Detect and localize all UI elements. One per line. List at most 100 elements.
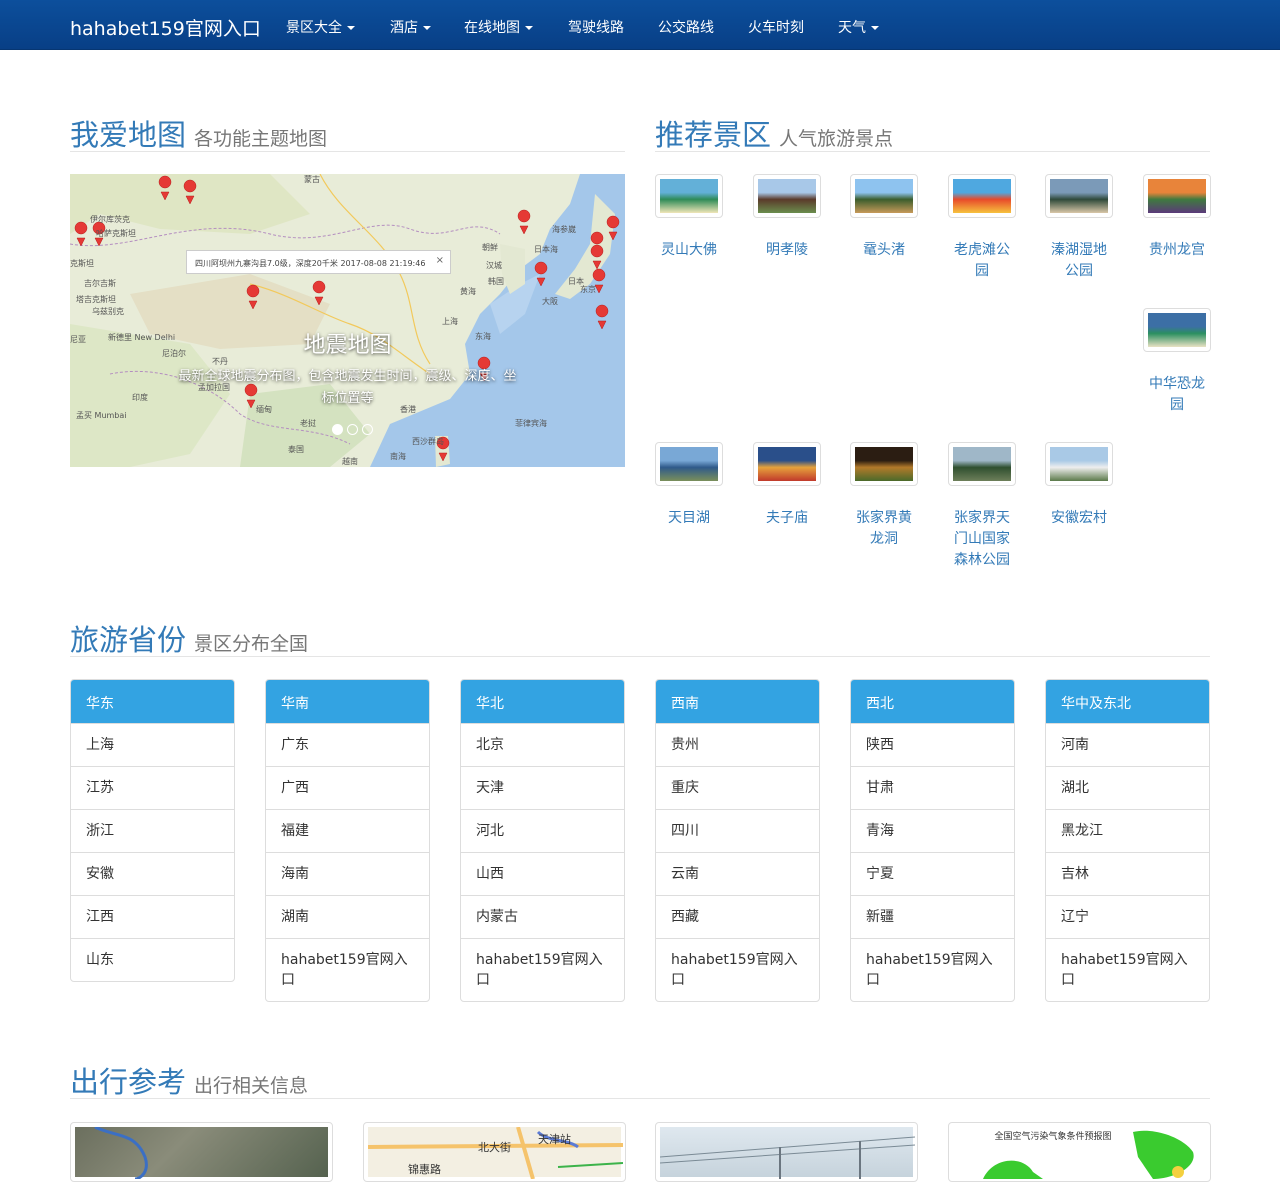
scenic-spot-card[interactable]: 中华恐龙园 [1143,308,1211,416]
province-link[interactable]: hahabet159官网入口 [656,938,819,1001]
scenic-spot-card[interactable]: 溱湖湿地公园 [1045,174,1113,282]
province-link[interactable]: 云南 [656,852,819,895]
nav-hotel-dropdown[interactable]: 酒店 [390,17,431,37]
scenic-spot-card[interactable]: 天目湖 [655,442,723,529]
province-link[interactable]: 重庆 [656,766,819,809]
city-map-card[interactable]: 北大街 天津站 锦惠路 [363,1122,626,1182]
map-label: 黄海 [460,286,476,296]
scenic-spot-name[interactable]: 贵州龙宫 [1143,240,1211,261]
province-link[interactable]: 山西 [461,852,624,895]
brand-link[interactable]: hahabet159官网入口 [70,14,261,41]
scenic-thumbnail[interactable] [1045,442,1113,486]
scenic-thumbnail[interactable] [1143,308,1211,352]
satellite-map-card[interactable] [70,1122,333,1182]
province-link[interactable]: 北京 [461,723,624,766]
province-link[interactable]: 宁夏 [851,852,1014,895]
close-icon[interactable]: × [436,255,444,266]
province-link[interactable]: 吉林 [1046,852,1209,895]
carousel-dot[interactable] [347,424,358,435]
province-link[interactable]: 福建 [266,809,429,852]
nav-scenic-dropdown[interactable]: 景区大全 [286,17,355,37]
scenic-spot-card[interactable]: 贵州龙宫 [1143,174,1211,261]
nav-bus-route[interactable]: 公交路线 [658,17,714,37]
chevron-down-icon [347,26,355,30]
province-link[interactable]: 黑龙江 [1046,809,1209,852]
scenic-thumbnail[interactable] [1045,174,1113,218]
province-link[interactable]: 陕西 [851,723,1014,766]
scenic-spot-card[interactable]: 老虎滩公园 [948,174,1016,282]
nav-driving-route[interactable]: 驾驶线路 [568,17,624,37]
map-label: 伊尔库茨克 [90,214,130,224]
province-link[interactable]: 辽宁 [1046,895,1209,938]
railway-photo-card[interactable] [655,1122,918,1182]
province-link[interactable]: 安徽 [71,852,234,895]
map-label: 韩国 [488,276,504,286]
province-link[interactable]: 上海 [71,723,234,766]
province-link[interactable]: 海南 [266,852,429,895]
earthquake-map-carousel[interactable]: 蒙古 朝鲜 韩国 日本 日本海 黄海 东海 上海 印度 缅甸 老挝 泰国 越南 … [70,174,625,467]
province-link[interactable]: 甘肃 [851,766,1014,809]
scenic-spot-card[interactable]: 张家界天门山国家森林公园 [948,442,1016,571]
scenic-spot-card[interactable]: 灵山大佛 [655,174,723,261]
province-link[interactable]: hahabet159官网入口 [851,938,1014,1001]
air-pollution-card[interactable]: 全国空气污染气象条件预报图 [948,1122,1211,1182]
province-link[interactable]: 贵州 [656,723,819,766]
section-subtitle: 景区分布全国 [194,633,309,655]
scenic-spot-card[interactable]: 安徽宏村 [1045,442,1113,529]
map-label: 锦惠路 [408,1162,441,1176]
scenic-spot-card[interactable]: 夫子庙 [753,442,821,529]
province-link[interactable]: 湖北 [1046,766,1209,809]
province-link[interactable]: 江苏 [71,766,234,809]
map-label: 朝鲜 [482,242,498,252]
province-link[interactable]: hahabet159官网入口 [461,938,624,1001]
province-link[interactable]: hahabet159官网入口 [266,938,429,1001]
scenic-spot-name[interactable]: 老虎滩公园 [948,240,1016,282]
province-link[interactable]: hahabet159官网入口 [1046,938,1209,1001]
scenic-spot-name[interactable]: 安徽宏村 [1045,508,1113,529]
scenic-spot-name[interactable]: 灵山大佛 [655,240,723,261]
province-link[interactable]: 江西 [71,895,234,938]
scenic-spot-name[interactable]: 张家界黄龙洞 [850,508,918,550]
scenic-spot-card[interactable]: 鼋头渚 [850,174,918,261]
nav-online-map-dropdown[interactable]: 在线地图 [464,17,533,37]
scenic-spot-card[interactable]: 明孝陵 [753,174,821,261]
province-link[interactable]: 内蒙古 [461,895,624,938]
scenic-spot-name[interactable]: 明孝陵 [753,240,821,261]
scenic-thumbnail[interactable] [850,174,918,218]
province-link[interactable]: 湖南 [266,895,429,938]
scenic-thumbnail[interactable] [655,442,723,486]
province-link[interactable]: 西藏 [656,895,819,938]
province-link[interactable]: 河北 [461,809,624,852]
scenic-spot-name[interactable]: 张家界天门山国家森林公园 [948,508,1016,571]
scenic-thumbnail[interactable] [753,174,821,218]
scenic-spot-name[interactable]: 中华恐龙园 [1143,374,1211,416]
scenic-spot-name[interactable]: 夫子庙 [753,508,821,529]
scenic-thumbnail[interactable] [1143,174,1211,218]
map-label: 塔吉克斯坦 [76,294,116,304]
province-link[interactable]: 河南 [1046,723,1209,766]
scenic-thumbnail[interactable] [948,442,1016,486]
scenic-thumbnail[interactable] [753,442,821,486]
scenic-thumbnail[interactable] [655,174,723,218]
nav-weather-dropdown[interactable]: 天气 [838,17,879,37]
scenic-thumbnail[interactable] [948,174,1016,218]
province-link[interactable]: 浙江 [71,809,234,852]
province-link[interactable]: 天津 [461,766,624,809]
province-link[interactable]: 四川 [656,809,819,852]
scenic-spot-card[interactable]: 张家界黄龙洞 [850,442,918,550]
province-link[interactable]: 山东 [71,938,234,981]
region-panel-heading: 华北 [461,680,624,723]
scenic-spot-name[interactable]: 天目湖 [655,508,723,529]
scenic-thumbnail[interactable] [850,442,918,486]
carousel-caption-title: 地震地图 [303,333,392,358]
province-link[interactable]: 青海 [851,809,1014,852]
scenic-spot-name[interactable]: 鼋头渚 [850,240,918,261]
province-link[interactable]: 广东 [266,723,429,766]
province-link[interactable]: 新疆 [851,895,1014,938]
carousel-dot[interactable] [332,424,343,435]
scenic-spot-name[interactable]: 溱湖湿地公园 [1045,240,1113,282]
scenic-image [1050,447,1108,481]
province-link[interactable]: 广西 [266,766,429,809]
nav-train-schedule[interactable]: 火车时刻 [748,17,804,37]
carousel-dot[interactable] [362,424,373,435]
